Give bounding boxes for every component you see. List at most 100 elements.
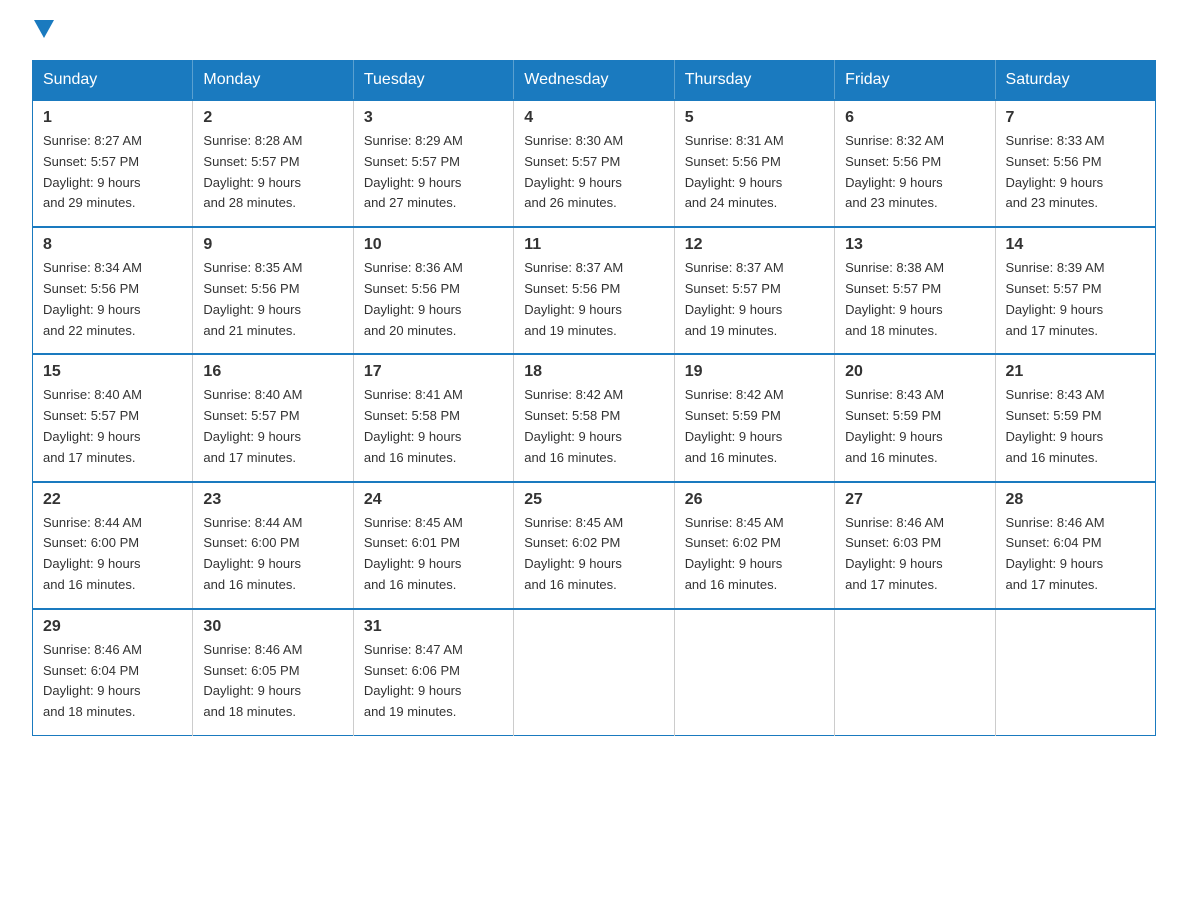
weekday-header-saturday: Saturday	[995, 61, 1155, 101]
day-number: 2	[203, 109, 342, 127]
calendar-cell: 14 Sunrise: 8:39 AM Sunset: 5:57 PM Dayl…	[995, 227, 1155, 354]
weekday-header-wednesday: Wednesday	[514, 61, 674, 101]
day-info: Sunrise: 8:43 AM Sunset: 5:59 PM Dayligh…	[845, 385, 984, 468]
day-number: 11	[524, 236, 663, 254]
day-info: Sunrise: 8:44 AM Sunset: 6:00 PM Dayligh…	[43, 513, 182, 596]
week-row-2: 8 Sunrise: 8:34 AM Sunset: 5:56 PM Dayli…	[33, 227, 1156, 354]
calendar-cell	[995, 609, 1155, 736]
calendar-cell: 2 Sunrise: 8:28 AM Sunset: 5:57 PM Dayli…	[193, 100, 353, 227]
day-number: 21	[1006, 363, 1145, 381]
day-number: 25	[524, 491, 663, 509]
day-info: Sunrise: 8:34 AM Sunset: 5:56 PM Dayligh…	[43, 258, 182, 341]
calendar-cell: 12 Sunrise: 8:37 AM Sunset: 5:57 PM Dayl…	[674, 227, 834, 354]
weekday-header-friday: Friday	[835, 61, 995, 101]
day-number: 14	[1006, 236, 1145, 254]
day-info: Sunrise: 8:38 AM Sunset: 5:57 PM Dayligh…	[845, 258, 984, 341]
calendar-cell: 25 Sunrise: 8:45 AM Sunset: 6:02 PM Dayl…	[514, 482, 674, 609]
calendar-cell	[835, 609, 995, 736]
day-number: 7	[1006, 109, 1145, 127]
day-info: Sunrise: 8:33 AM Sunset: 5:56 PM Dayligh…	[1006, 131, 1145, 214]
day-number: 8	[43, 236, 182, 254]
day-info: Sunrise: 8:40 AM Sunset: 5:57 PM Dayligh…	[203, 385, 342, 468]
day-info: Sunrise: 8:29 AM Sunset: 5:57 PM Dayligh…	[364, 131, 503, 214]
day-number: 23	[203, 491, 342, 509]
day-number: 10	[364, 236, 503, 254]
day-info: Sunrise: 8:28 AM Sunset: 5:57 PM Dayligh…	[203, 131, 342, 214]
calendar-cell: 31 Sunrise: 8:47 AM Sunset: 6:06 PM Dayl…	[353, 609, 513, 736]
day-number: 22	[43, 491, 182, 509]
calendar-cell: 29 Sunrise: 8:46 AM Sunset: 6:04 PM Dayl…	[33, 609, 193, 736]
calendar-cell: 26 Sunrise: 8:45 AM Sunset: 6:02 PM Dayl…	[674, 482, 834, 609]
day-info: Sunrise: 8:43 AM Sunset: 5:59 PM Dayligh…	[1006, 385, 1145, 468]
week-row-5: 29 Sunrise: 8:46 AM Sunset: 6:04 PM Dayl…	[33, 609, 1156, 736]
day-number: 16	[203, 363, 342, 381]
week-row-3: 15 Sunrise: 8:40 AM Sunset: 5:57 PM Dayl…	[33, 354, 1156, 481]
day-info: Sunrise: 8:46 AM Sunset: 6:04 PM Dayligh…	[1006, 513, 1145, 596]
day-info: Sunrise: 8:31 AM Sunset: 5:56 PM Dayligh…	[685, 131, 824, 214]
calendar-cell: 13 Sunrise: 8:38 AM Sunset: 5:57 PM Dayl…	[835, 227, 995, 354]
calendar-cell: 8 Sunrise: 8:34 AM Sunset: 5:56 PM Dayli…	[33, 227, 193, 354]
day-number: 3	[364, 109, 503, 127]
weekday-header-tuesday: Tuesday	[353, 61, 513, 101]
day-number: 19	[685, 363, 824, 381]
weekday-header-sunday: Sunday	[33, 61, 193, 101]
calendar-cell: 4 Sunrise: 8:30 AM Sunset: 5:57 PM Dayli…	[514, 100, 674, 227]
day-info: Sunrise: 8:39 AM Sunset: 5:57 PM Dayligh…	[1006, 258, 1145, 341]
day-number: 20	[845, 363, 984, 381]
day-number: 4	[524, 109, 663, 127]
day-info: Sunrise: 8:37 AM Sunset: 5:57 PM Dayligh…	[685, 258, 824, 341]
day-number: 26	[685, 491, 824, 509]
weekday-row: SundayMondayTuesdayWednesdayThursdayFrid…	[33, 61, 1156, 101]
day-number: 18	[524, 363, 663, 381]
day-info: Sunrise: 8:46 AM Sunset: 6:05 PM Dayligh…	[203, 640, 342, 723]
calendar-header: SundayMondayTuesdayWednesdayThursdayFrid…	[33, 61, 1156, 101]
day-number: 29	[43, 618, 182, 636]
calendar-cell: 24 Sunrise: 8:45 AM Sunset: 6:01 PM Dayl…	[353, 482, 513, 609]
calendar-cell: 10 Sunrise: 8:36 AM Sunset: 5:56 PM Dayl…	[353, 227, 513, 354]
day-number: 27	[845, 491, 984, 509]
day-info: Sunrise: 8:32 AM Sunset: 5:56 PM Dayligh…	[845, 131, 984, 214]
week-row-1: 1 Sunrise: 8:27 AM Sunset: 5:57 PM Dayli…	[33, 100, 1156, 227]
day-number: 9	[203, 236, 342, 254]
day-info: Sunrise: 8:36 AM Sunset: 5:56 PM Dayligh…	[364, 258, 503, 341]
calendar-cell: 27 Sunrise: 8:46 AM Sunset: 6:03 PM Dayl…	[835, 482, 995, 609]
day-info: Sunrise: 8:30 AM Sunset: 5:57 PM Dayligh…	[524, 131, 663, 214]
page-header	[32, 24, 1156, 40]
calendar-cell: 6 Sunrise: 8:32 AM Sunset: 5:56 PM Dayli…	[835, 100, 995, 227]
day-number: 17	[364, 363, 503, 381]
calendar-cell: 9 Sunrise: 8:35 AM Sunset: 5:56 PM Dayli…	[193, 227, 353, 354]
calendar-cell: 19 Sunrise: 8:42 AM Sunset: 5:59 PM Dayl…	[674, 354, 834, 481]
logo-triangle-icon	[34, 20, 54, 40]
day-info: Sunrise: 8:44 AM Sunset: 6:00 PM Dayligh…	[203, 513, 342, 596]
day-info: Sunrise: 8:45 AM Sunset: 6:01 PM Dayligh…	[364, 513, 503, 596]
calendar-cell: 20 Sunrise: 8:43 AM Sunset: 5:59 PM Dayl…	[835, 354, 995, 481]
calendar-cell: 30 Sunrise: 8:46 AM Sunset: 6:05 PM Dayl…	[193, 609, 353, 736]
day-info: Sunrise: 8:45 AM Sunset: 6:02 PM Dayligh…	[524, 513, 663, 596]
day-info: Sunrise: 8:41 AM Sunset: 5:58 PM Dayligh…	[364, 385, 503, 468]
calendar-cell: 16 Sunrise: 8:40 AM Sunset: 5:57 PM Dayl…	[193, 354, 353, 481]
calendar-cell: 23 Sunrise: 8:44 AM Sunset: 6:00 PM Dayl…	[193, 482, 353, 609]
calendar-cell: 1 Sunrise: 8:27 AM Sunset: 5:57 PM Dayli…	[33, 100, 193, 227]
calendar-cell	[674, 609, 834, 736]
day-info: Sunrise: 8:46 AM Sunset: 6:03 PM Dayligh…	[845, 513, 984, 596]
day-info: Sunrise: 8:42 AM Sunset: 5:58 PM Dayligh…	[524, 385, 663, 468]
calendar-cell: 11 Sunrise: 8:37 AM Sunset: 5:56 PM Dayl…	[514, 227, 674, 354]
day-number: 28	[1006, 491, 1145, 509]
calendar-cell: 28 Sunrise: 8:46 AM Sunset: 6:04 PM Dayl…	[995, 482, 1155, 609]
calendar-cell: 7 Sunrise: 8:33 AM Sunset: 5:56 PM Dayli…	[995, 100, 1155, 227]
day-info: Sunrise: 8:27 AM Sunset: 5:57 PM Dayligh…	[43, 131, 182, 214]
day-info: Sunrise: 8:47 AM Sunset: 6:06 PM Dayligh…	[364, 640, 503, 723]
day-number: 30	[203, 618, 342, 636]
weekday-header-thursday: Thursday	[674, 61, 834, 101]
day-number: 12	[685, 236, 824, 254]
calendar-cell: 18 Sunrise: 8:42 AM Sunset: 5:58 PM Dayl…	[514, 354, 674, 481]
calendar-cell: 22 Sunrise: 8:44 AM Sunset: 6:00 PM Dayl…	[33, 482, 193, 609]
day-number: 15	[43, 363, 182, 381]
week-row-4: 22 Sunrise: 8:44 AM Sunset: 6:00 PM Dayl…	[33, 482, 1156, 609]
day-info: Sunrise: 8:37 AM Sunset: 5:56 PM Dayligh…	[524, 258, 663, 341]
calendar-cell: 15 Sunrise: 8:40 AM Sunset: 5:57 PM Dayl…	[33, 354, 193, 481]
day-info: Sunrise: 8:35 AM Sunset: 5:56 PM Dayligh…	[203, 258, 342, 341]
weekday-header-monday: Monday	[193, 61, 353, 101]
calendar-cell: 3 Sunrise: 8:29 AM Sunset: 5:57 PM Dayli…	[353, 100, 513, 227]
day-info: Sunrise: 8:46 AM Sunset: 6:04 PM Dayligh…	[43, 640, 182, 723]
